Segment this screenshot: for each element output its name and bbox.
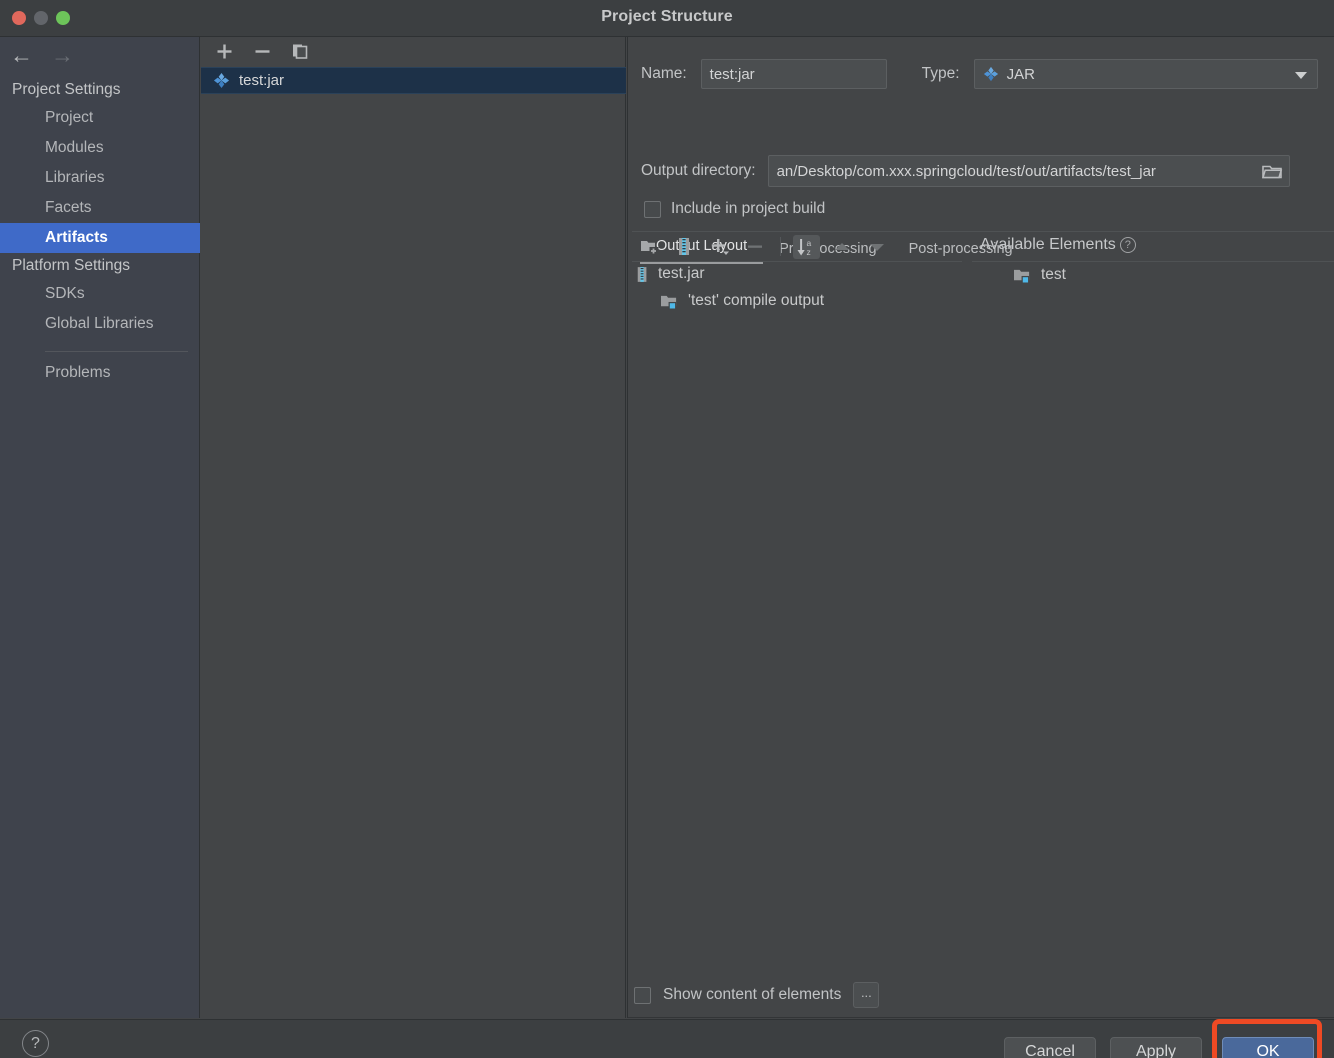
show-content-row: Show content of elements ...: [634, 982, 880, 1008]
output-directory-value: an/Desktop/com.xxx.springcloud/test/out/…: [776, 162, 1156, 180]
name-label: Name:: [641, 65, 687, 82]
window-title: Project Structure: [601, 8, 733, 25]
available-elements-header: Available Elements ?: [980, 236, 1136, 254]
include-in-build-checkbox[interactable]: [644, 200, 661, 218]
dialog-footer: ? Cancel Apply OK: [0, 1019, 1334, 1058]
available-elements-title: Available Elements: [980, 236, 1116, 253]
output-tree-item-archive[interactable]: test.jar: [636, 265, 705, 283]
sidebar-item-modules[interactable]: Modules: [0, 133, 200, 163]
artifact-name-input[interactable]: test:jar: [700, 59, 887, 89]
available-element-label: test: [1041, 266, 1066, 283]
output-tree-item-label: 'test' compile output: [688, 292, 825, 309]
move-up-button: [828, 235, 855, 259]
project-structure-dialog: Project Structure ← → Project Settings P…: [0, 0, 1334, 1058]
available-elements-divider: [972, 261, 1334, 262]
output-directory-row: Output directory: ﻿an/Desktop/com.xxx.sp…: [641, 155, 1331, 187]
copy-artifact-button[interactable]: [287, 39, 313, 63]
artifact-jar-icon: [983, 66, 999, 82]
artifact-list-toolbar: [201, 37, 626, 65]
more-options-button[interactable]: ...: [853, 982, 880, 1008]
settings-sidebar: ← → Project Settings Project Modules Lib…: [0, 37, 200, 1018]
artifact-list-item-label: test:jar: [239, 72, 285, 89]
title-bar: Project Structure: [0, 0, 1334, 37]
question-mark-icon[interactable]: ?: [1119, 237, 1136, 253]
output-directory-input[interactable]: an/Desktop/com.xxx.springcloud/test/out/…: [767, 155, 1290, 187]
ok-button[interactable]: OK: [1222, 1037, 1314, 1058]
folder-open-icon[interactable]: [1261, 162, 1283, 180]
sidebar-group-project-settings: Project Settings: [12, 81, 121, 98]
arrow-right-icon[interactable]: →: [51, 42, 74, 68]
output-directory-label: Output directory:: [641, 162, 756, 179]
apply-button[interactable]: Apply: [1110, 1037, 1202, 1058]
name-type-row: Name: test:jar Type: JAR: [641, 59, 1331, 89]
panel-bottom-divider: [627, 1017, 1334, 1018]
arrow-left-icon[interactable]: ←: [10, 42, 33, 68]
panel-left-divider: [627, 37, 628, 1018]
output-tree-item-label: test.jar: [658, 265, 705, 282]
module-folder-icon: [1013, 267, 1032, 284]
sort-elements-button[interactable]: a z: [793, 234, 820, 259]
cancel-button[interactable]: Cancel: [1004, 1037, 1096, 1058]
sidebar-item-facets[interactable]: Facets: [0, 193, 200, 223]
output-tree-item-compile-output[interactable]: 'test' compile output: [660, 292, 824, 310]
output-layout-toolbar: a z: [632, 233, 962, 260]
artifact-type-select[interactable]: JAR: [973, 59, 1318, 89]
create-archive-button[interactable]: [671, 235, 698, 259]
sidebar-item-global-libraries[interactable]: Global Libraries: [0, 309, 200, 339]
include-in-build-label: Include in project build: [671, 200, 826, 217]
add-copy-button[interactable]: [706, 235, 733, 259]
remove-artifact-button[interactable]: [249, 39, 275, 63]
output-tree-divider: [632, 261, 962, 262]
sidebar-item-problems[interactable]: Problems: [0, 358, 200, 388]
artifact-list-item-test-jar[interactable]: test:jar: [201, 67, 626, 94]
sidebar-divider: [45, 351, 188, 352]
remove-element-button: [741, 235, 768, 259]
include-in-build-row[interactable]: Include in project build: [644, 200, 825, 218]
sidebar-item-artifacts[interactable]: Artifacts: [0, 223, 200, 253]
help-button[interactable]: ?: [22, 1030, 49, 1057]
type-label: Type:: [921, 65, 960, 82]
add-artifact-button[interactable]: [211, 39, 237, 63]
available-element-item[interactable]: test: [1013, 266, 1066, 284]
sidebar-nav-list: Project Settings Project Modules Librari…: [0, 77, 200, 388]
artifact-list-panel: test:jar: [201, 37, 626, 1018]
artifact-type-value: JAR: [1006, 65, 1035, 83]
create-directory-button[interactable]: [636, 235, 663, 259]
move-down-button: [863, 235, 890, 259]
artifact-details-panel: Name: test:jar Type: JAR Output director…: [627, 37, 1334, 1018]
tabs-underline: [632, 231, 1334, 232]
sidebar-group-platform-settings: Platform Settings: [12, 257, 131, 274]
show-content-checkbox[interactable]: [634, 986, 651, 1004]
toolbar-divider: [780, 237, 781, 256]
show-content-label: Show content of elements: [663, 986, 842, 1003]
sidebar-navigation: ← →: [10, 42, 74, 68]
sidebar-item-sdks[interactable]: SDKs: [0, 279, 200, 309]
chevron-down-icon: [1294, 72, 1307, 79]
sidebar-item-libraries[interactable]: Libraries: [0, 163, 200, 193]
sidebar-item-project[interactable]: Project: [0, 103, 200, 133]
svg-text:z: z: [806, 247, 810, 257]
compile-output-icon: [660, 293, 679, 310]
archive-icon: [636, 266, 649, 283]
artifact-jar-icon: [213, 72, 230, 89]
